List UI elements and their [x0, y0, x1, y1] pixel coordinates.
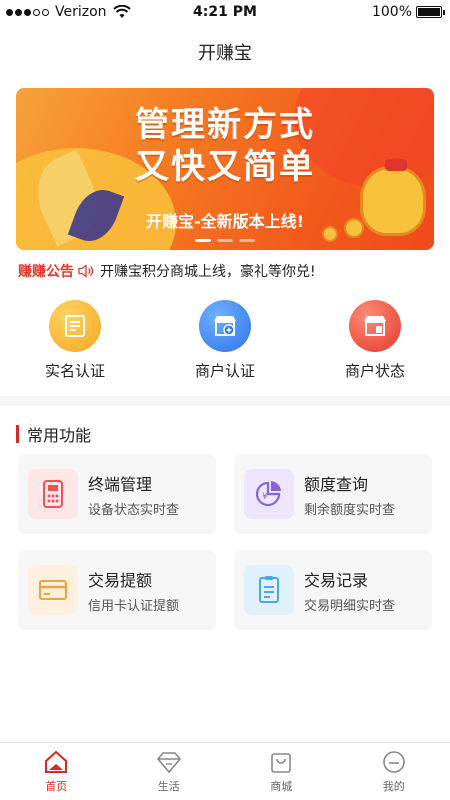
tab-mall[interactable]: 商城	[225, 743, 338, 800]
announcement-text: 开赚宝积分商城上线，豪礼等你兑!	[100, 264, 316, 280]
transaction-limit-card[interactable]: 交易提额 信用卡认证提额	[18, 550, 216, 630]
shop-plus-icon	[214, 316, 236, 336]
card-title: 交易提额	[88, 570, 153, 590]
card-description: 交易明细实时查	[304, 598, 396, 614]
card-description: 剩余额度实时查	[304, 502, 396, 518]
credit-card-icon	[39, 580, 67, 600]
carousel-indicator[interactable]	[16, 239, 434, 242]
svg-text:¥: ¥	[262, 492, 268, 502]
speaker-icon	[78, 264, 94, 278]
auth-label: 实名认证	[44, 362, 105, 380]
tab-home[interactable]: 首页	[0, 743, 113, 800]
announcement-label: 赚赚公告	[18, 264, 74, 280]
quota-inquiry-card[interactable]: ¥ 额度查询 剩余额度实时查	[234, 454, 432, 534]
auth-label: 商户认证	[194, 362, 255, 380]
battery-percent: 100%	[371, 4, 412, 20]
promo-banner[interactable]: 管理新方式 又快又简单 开赚宝-全新版本上线!	[16, 88, 434, 250]
battery-icon	[416, 6, 445, 18]
terminal-management-card[interactable]: 终端管理 设备状态实时查	[18, 454, 216, 534]
page-title: 开赚宝	[198, 43, 252, 64]
card-description: 设备状态实时查	[88, 502, 180, 518]
auth-label: 商户状态	[344, 362, 405, 380]
id-card-icon	[65, 315, 85, 337]
carousel-dot[interactable]	[217, 239, 233, 242]
section-title: 常用功能	[27, 426, 92, 445]
section-header: 常用功能	[16, 422, 91, 446]
pos-terminal-icon	[43, 480, 63, 508]
diamond-icon	[156, 751, 181, 773]
card-title: 额度查询	[304, 474, 369, 494]
record-list-icon	[259, 576, 279, 603]
merchant-auth-button[interactable]: 商户认证	[150, 300, 300, 386]
merchant-status-button[interactable]: 商户状态	[300, 300, 450, 386]
tab-label: 商城	[270, 779, 293, 793]
tab-life[interactable]: 生活	[113, 743, 226, 800]
nav-bar: 开赚宝	[0, 26, 450, 78]
home-icon	[45, 750, 68, 773]
status-bar: Verizon 4:21 PM 100%	[0, 0, 450, 26]
carousel-dot[interactable]	[195, 239, 211, 242]
announcement-bar[interactable]: 赚赚公告 开赚宝积分商城上线，豪礼等你兑!	[18, 260, 438, 282]
shopping-bag-icon	[271, 752, 292, 773]
feature-grid: 终端管理 设备状态实时查 ¥ 额度查询 剩余额度实时查 交易提额 信用卡认证提额…	[18, 454, 432, 630]
section-divider	[0, 396, 450, 406]
tab-mine[interactable]: 我的	[338, 743, 450, 800]
tab-label: 首页	[45, 779, 68, 793]
real-name-auth-button[interactable]: 实名认证	[0, 300, 150, 386]
tab-label: 生活	[157, 779, 180, 793]
banner-title: 管理新方式 又快又简单	[135, 105, 315, 187]
card-description: 信用卡认证提额	[88, 598, 180, 614]
auth-shortcuts: 实名认证 商户认证 商户状态	[0, 300, 450, 386]
card-title: 交易记录	[304, 570, 369, 590]
carousel-dot[interactable]	[239, 239, 255, 242]
bottom-tab-bar: 首页 生活 商城 我的	[0, 742, 450, 800]
pie-yuan-icon: ¥	[255, 481, 281, 507]
tab-label: 我的	[382, 779, 405, 793]
banner-subtitle: 开赚宝-全新版本上线!	[146, 212, 304, 231]
shop-status-icon	[364, 316, 386, 336]
profile-icon	[382, 750, 405, 773]
transaction-records-card[interactable]: 交易记录 交易明细实时查	[234, 550, 432, 630]
card-title: 终端管理	[88, 474, 153, 494]
